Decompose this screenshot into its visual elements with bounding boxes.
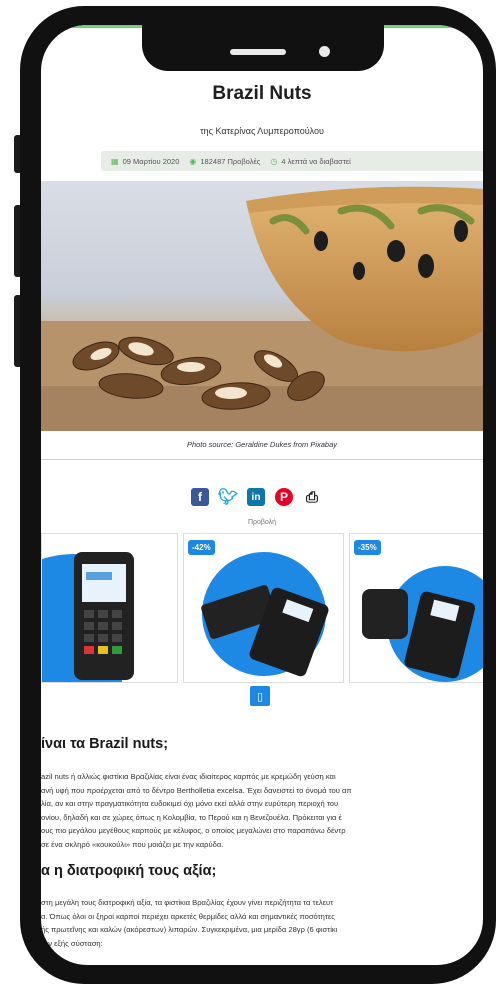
card-readers-image xyxy=(201,552,329,677)
discount-badge: -35% xyxy=(354,540,381,555)
phone-notch xyxy=(142,25,384,71)
article-meta-bar: ▦ 09 Μαρτίου 2020 ◉ 182487 Προβολές ◷ 4 … xyxy=(101,151,483,171)
paragraph-line: ής πρωτεΐνης και καλών (ακόρεστων) λιπαρ… xyxy=(41,925,338,935)
pinterest-icon[interactable]: P xyxy=(275,488,293,506)
front-camera xyxy=(319,46,330,57)
ad-card[interactable]: -35% xyxy=(349,533,483,683)
phone-screen: Brazil Nuts της Κατερίνας Λυμπεροπούλου … xyxy=(41,25,483,965)
paragraph-line: ους πιο μεγάλου μεγέθους καρπούς με κέλυ… xyxy=(41,826,346,836)
photo-caption: Photo source: Geraldine Dukes from Pixab… xyxy=(186,440,338,449)
paragraph-line: ανή υφή που προέρχεται από το δέντρο Ber… xyxy=(41,785,352,795)
paragraph-line: azil nuts ή αλλιώς φιστίκια Βραζιλίας εί… xyxy=(41,772,336,781)
meta-date-text: 09 Μαρτίου 2020 xyxy=(122,156,180,166)
section-heading: ίναι τα Brazil nuts; xyxy=(41,736,169,752)
speaker-grille xyxy=(230,49,286,55)
print-icon[interactable]: ⎙ xyxy=(303,488,321,506)
article-title: Brazil Nuts xyxy=(212,83,312,104)
meta-views: ◉ 182487 Προβολές xyxy=(189,157,260,166)
phone-frame: Brazil Nuts της Κατερίνας Λυμπεροπούλου … xyxy=(20,6,496,984)
brazil-nuts-photo xyxy=(41,186,483,431)
facebook-icon[interactable]: f xyxy=(191,488,209,506)
section-heading: α η διατροφική τους αξία; xyxy=(41,863,217,879)
paragraph-line: λία, αν και στην πραγματικότητα ευδοκιμε… xyxy=(41,799,339,809)
meta-views-text: 182487 Προβολές xyxy=(200,156,261,166)
meta-date: ▦ 09 Μαρτίου 2020 xyxy=(111,157,179,166)
paragraph-line: στη μεγάλη τους διατροφική αξία, τα φιστ… xyxy=(41,898,334,907)
ad-card[interactable] xyxy=(41,533,178,683)
meta-read-time: ◷ 4 λεπτά να διαβαστεί xyxy=(270,157,350,166)
paragraph-line: α. Όπως όλοι οι ξηροί καρποί περιέχει αρ… xyxy=(41,911,335,921)
calendar-icon: ▦ xyxy=(111,156,119,166)
paragraph-line: την εξής σύσταση: xyxy=(41,938,103,948)
article-hero-image xyxy=(41,181,483,431)
article-author: της Κατερίνας Λυμπεροπούλου xyxy=(200,126,324,136)
meta-read-time-text: 4 λεπτά να διαβαστεί xyxy=(281,156,351,166)
ad-carousel[interactable]: -42% -35% xyxy=(41,533,483,683)
ad-info-icon[interactable]: ▯ xyxy=(250,686,270,706)
linkedin-icon[interactable]: in xyxy=(247,488,265,506)
pos-terminal-image xyxy=(42,552,134,682)
discount-badge: -42% xyxy=(188,540,215,555)
share-bar: f 🐦︎ in P ⎙ xyxy=(191,488,321,506)
ad-card[interactable]: -42% xyxy=(183,533,344,683)
section-paragraph: στη μεγάλη τους διατροφική αξία, τα φιστ… xyxy=(41,896,483,950)
eye-icon: ◉ xyxy=(189,156,197,166)
ad-label: Προβολή xyxy=(247,519,277,526)
divider xyxy=(41,459,483,460)
section-paragraph: azil nuts ή αλλιώς φιστίκια Βραζιλίας εί… xyxy=(41,770,483,852)
card-dock-image xyxy=(362,566,483,682)
paragraph-line: σε ένα σκληρό «κουκούλι» που μοιάζει με … xyxy=(41,839,224,849)
clock-icon: ◷ xyxy=(270,156,278,166)
paragraph-line: ονίου, δηλαδή και σε χώρες όπως η Κολομβ… xyxy=(41,812,342,822)
twitter-icon[interactable]: 🐦︎ xyxy=(218,488,238,506)
